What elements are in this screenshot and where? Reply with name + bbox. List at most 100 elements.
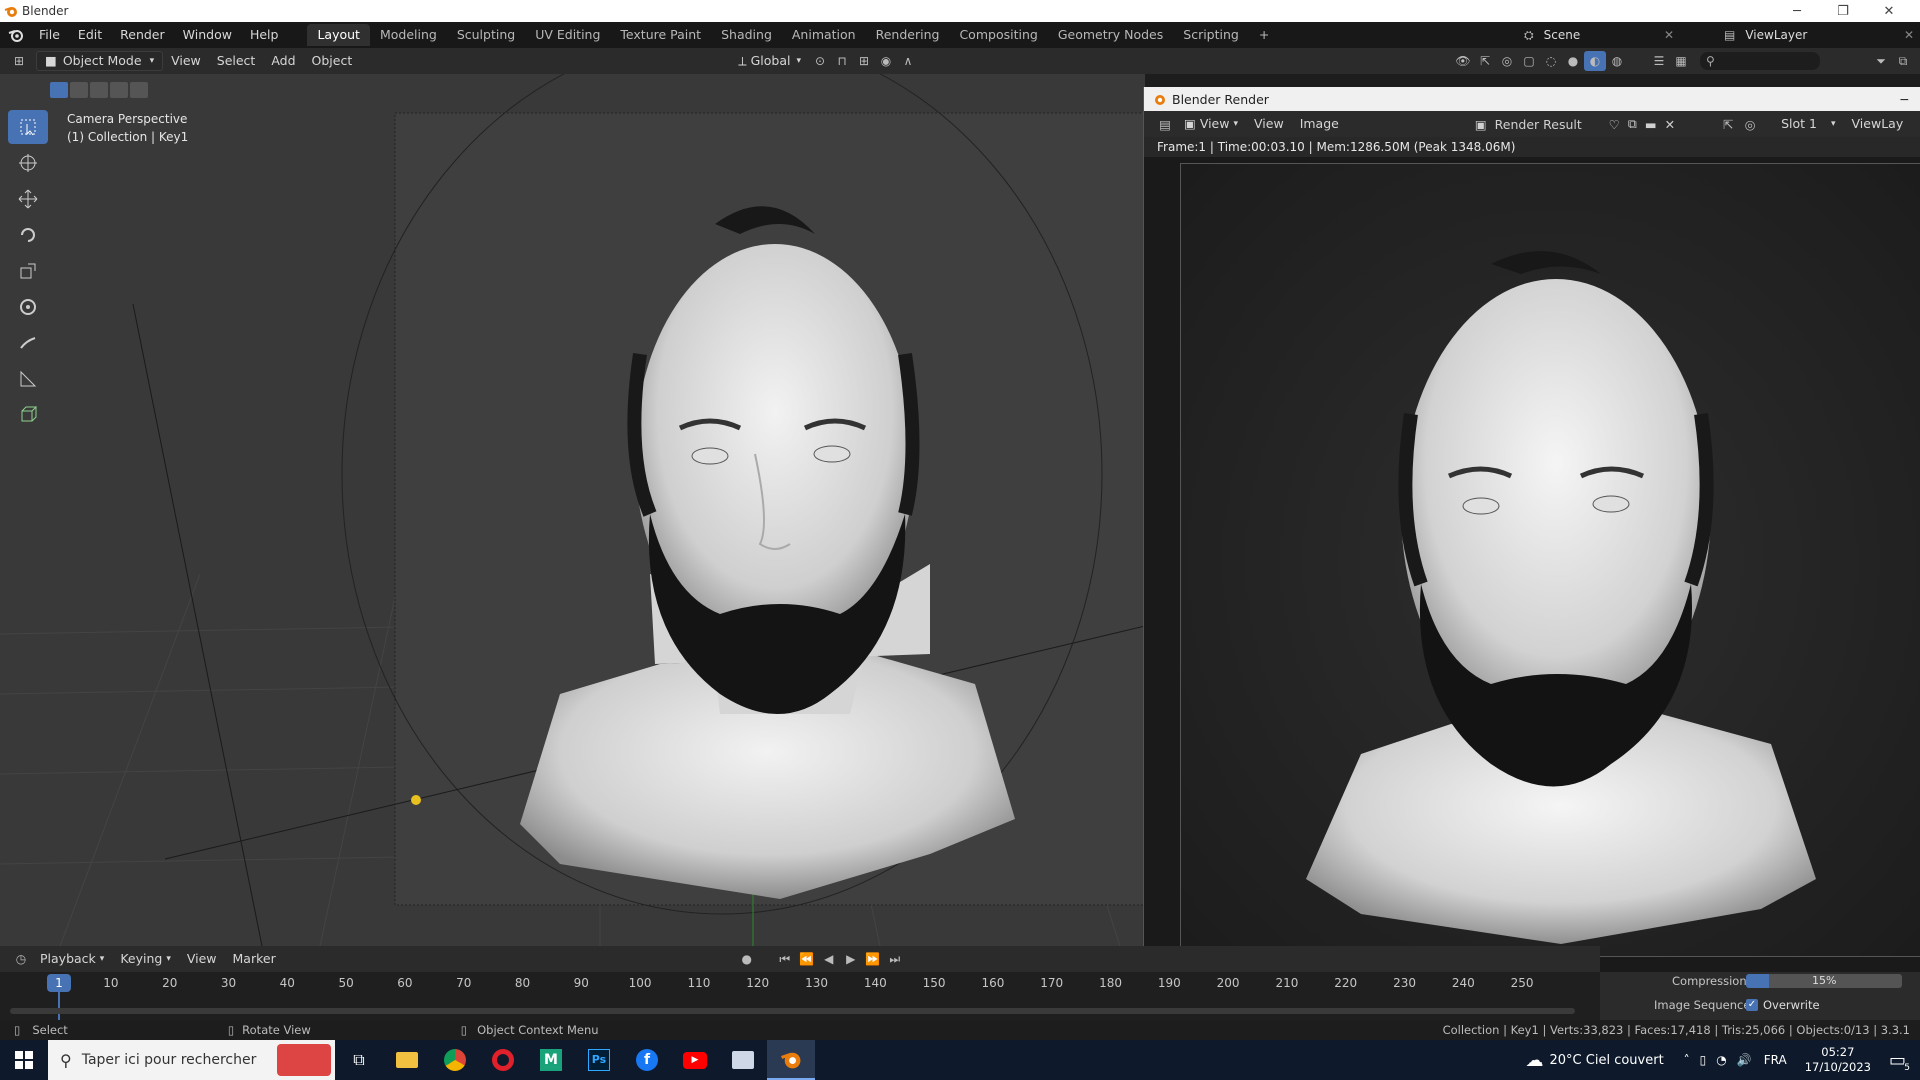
falloff-icon[interactable]: ∧ [897,51,919,71]
taskbar-search-box[interactable]: ⚲ Taper ici pour rechercher [48,1040,335,1080]
viewlayer-selector[interactable]: ▤ ViewLayer ✕ [1724,24,1914,46]
move-tool-icon[interactable] [8,182,48,216]
image-selector[interactable]: ▣ Render Result ♡ ⧉ ▬ ✕ [1475,116,1679,132]
minimize-icon[interactable]: ─ [1774,0,1820,22]
render-viewlayer-label[interactable]: ViewLay [1844,114,1912,134]
solid-shading-icon[interactable]: ● [1562,51,1584,71]
tab-compositing[interactable]: Compositing [949,24,1047,46]
scene-selector[interactable]: ⛭ Scene ✕ [1524,24,1674,46]
maximize-icon[interactable]: ❐ [1820,0,1866,22]
photoshop-icon[interactable]: Ps [575,1040,623,1080]
tab-sculpting[interactable]: Sculpting [447,24,525,46]
overlay-icon[interactable]: ◎ [1496,51,1518,71]
measure-tool-icon[interactable] [8,362,48,396]
youtube-icon[interactable]: ▶ [671,1040,719,1080]
tab-layout[interactable]: Layout [307,24,370,46]
app-window-icon[interactable] [719,1040,767,1080]
timeline[interactable]: 10 20 30 40 50 60 70 80 90 100 110 120 130 140 150 160 1… [0,972,1600,1024]
tab-uv-editing[interactable]: UV Editing [525,24,610,46]
header-menu-select[interactable]: Select [209,51,264,71]
timeline-scrollbar[interactable] [10,1008,1575,1014]
proportional-edit-icon[interactable]: ◉ [875,51,897,71]
fake-user-icon[interactable]: ♡ [1609,117,1620,132]
opera-icon[interactable] [479,1040,527,1080]
tab-animation[interactable]: Animation [782,24,866,46]
select-box-tool-icon[interactable] [8,110,48,144]
clock[interactable]: 05:27 17/10/2023 [1805,1045,1871,1075]
next-keyframe-icon[interactable]: ⏩ [862,949,884,969]
wireframe-shading-icon[interactable]: ◌ [1540,51,1562,71]
header-menu-object[interactable]: Object [304,51,361,71]
compression-slider[interactable]: 15% [1746,974,1902,988]
jump-end-icon[interactable]: ⏭ [884,949,906,969]
tab-geometry-nodes[interactable]: Geometry Nodes [1048,24,1173,46]
outliner-search-input[interactable]: ⚲ [1700,52,1820,70]
tab-texture-paint[interactable]: Texture Paint [610,24,711,46]
timeline-menu-view[interactable]: View [179,949,225,969]
overlay-icon[interactable]: ◎ [1739,114,1761,134]
viewlayer-close-icon[interactable]: ✕ [1904,28,1914,42]
snap-icon[interactable]: ⊓ [831,51,853,71]
jump-start-icon[interactable]: ⏮ [774,949,796,969]
image-browse-icon[interactable]: ▣ [1475,117,1487,132]
keying-dropdown[interactable]: Keying ▾ [112,949,179,969]
menu-render[interactable]: Render [111,22,174,48]
gizmo-icon[interactable]: ⇱ [1474,51,1496,71]
timeline-editor-icon[interactable]: ◷ [10,949,32,969]
select-extend-icon[interactable] [70,82,88,98]
select-subtract-icon[interactable] [90,82,108,98]
blender-menu-icon[interactable] [0,26,30,44]
blender-taskbar-icon[interactable] [767,1040,815,1080]
playback-dropdown[interactable]: Playback ▾ [32,949,112,969]
volume-icon[interactable]: 🔊 [1737,1053,1752,1067]
overwrite-checkbox[interactable]: ✓ Overwrite [1746,998,1820,1012]
select-invert-icon[interactable] [110,82,128,98]
tab-modeling[interactable]: Modeling [370,24,447,46]
notification-center[interactable]: ▭ 5 [1889,1050,1910,1073]
add-workspace-icon[interactable]: + [1249,24,1279,46]
gizmo-icon[interactable]: ⇱ [1717,114,1739,134]
transform-tool-icon[interactable] [8,290,48,324]
device-icon[interactable]: ▯ [1700,1053,1707,1067]
xray-icon[interactable]: ▢ [1518,51,1540,71]
rendered-shading-icon[interactable]: ◍ [1606,51,1628,71]
chevron-up-icon[interactable]: ˄ [1684,1053,1690,1067]
tab-scripting[interactable]: Scripting [1173,24,1249,46]
menu-window[interactable]: Window [174,22,241,48]
visibility-icon[interactable]: 👁 [1452,51,1474,71]
rotate-tool-icon[interactable] [8,218,48,252]
play-icon[interactable]: ▶ [840,949,862,969]
tab-shading[interactable]: Shading [711,24,782,46]
current-frame-indicator[interactable]: 1 [47,974,71,992]
start-button[interactable] [0,1040,48,1080]
select-intersect-icon[interactable] [130,82,148,98]
weather-text[interactable]: 20°C Ciel couvert [1550,1053,1664,1068]
unlink-image-icon[interactable]: ✕ [1665,117,1675,132]
menu-edit[interactable]: Edit [69,22,111,48]
chrome-icon[interactable] [431,1040,479,1080]
render-view-dropdown[interactable]: ▣ View ▾ [1176,114,1246,134]
scene-close-icon[interactable]: ✕ [1664,28,1674,42]
language-indicator[interactable]: FRA [1764,1053,1787,1067]
menu-file[interactable]: File [30,22,69,48]
image-editor-icon[interactable]: ▤ [1154,114,1176,134]
filter-icon[interactable]: ⏷ [1870,51,1892,71]
display-mode-icon[interactable]: ▦ [1670,51,1692,71]
3d-viewport[interactable]: Camera Perspective (1) Collection | Key1 [0,74,1145,946]
snap-target-icon[interactable]: ⊞ [853,51,875,71]
outliner-editor-icon[interactable]: ☰ [1648,51,1670,71]
close-icon[interactable]: ✕ [1866,0,1912,22]
pivot-icon[interactable]: ⊙ [809,51,831,71]
network-icon[interactable]: ◔ [1716,1053,1726,1067]
header-menu-add[interactable]: Add [263,51,303,71]
play-reverse-icon[interactable]: ◀ [818,949,840,969]
mode-dropdown[interactable]: ■ Object Mode ▾ [36,51,164,71]
add-cube-tool-icon[interactable] [8,398,48,432]
slot-dropdown[interactable]: Slot 1 ▾ [1773,114,1843,134]
render-menu-view[interactable]: View [1246,114,1292,134]
new-image-icon[interactable]: ⧉ [1628,116,1637,132]
render-result-image[interactable] [1180,163,1920,957]
timeline-menu-marker[interactable]: Marker [225,949,284,969]
record-icon[interactable]: ● [736,949,758,969]
menu-help[interactable]: Help [241,22,288,48]
